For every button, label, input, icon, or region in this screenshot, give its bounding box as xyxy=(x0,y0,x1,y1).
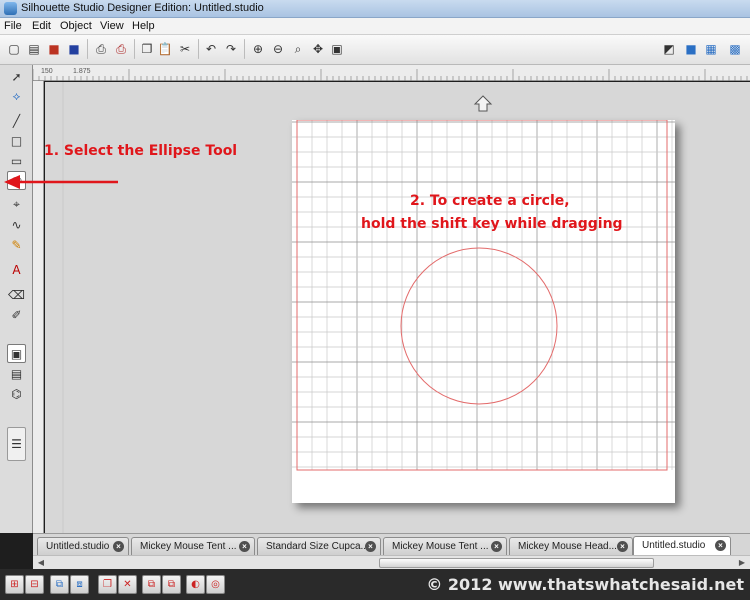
close-icon[interactable]: × xyxy=(715,540,726,551)
scroll-right-icon[interactable]: ▶ xyxy=(736,557,748,569)
rectangle-tool-icon[interactable]: □ xyxy=(7,131,26,150)
close-icon[interactable]: × xyxy=(365,541,376,552)
paste-icon[interactable]: 📋 xyxy=(156,40,174,58)
cutting-grid xyxy=(292,119,675,471)
knife-tool-icon[interactable]: ✐ xyxy=(7,305,26,324)
toolbar: ▢ ▤ ■ ■ ⎙ ⎙ ❐ 📋 ✂ ↶ ↷ ⊕ ⊖ ⌕ ✥ ▣ ◩ ■ ▦ ▩ xyxy=(0,35,750,65)
open-icon[interactable]: ▤ xyxy=(25,40,43,58)
pointer-arrow xyxy=(4,175,118,189)
ruler-readout-y: 1.875 xyxy=(73,68,91,75)
horizontal-scrollbar[interactable]: ◀ ▶ xyxy=(33,555,750,569)
undo-icon[interactable]: ↶ xyxy=(202,40,220,58)
menu-bar: File Edit Object View Help xyxy=(0,18,750,35)
zoom-out-icon[interactable]: ⊖ xyxy=(269,40,287,58)
print-icon[interactable]: ⎙ xyxy=(92,40,110,58)
tab-label: Standard Size Cupca... xyxy=(266,541,369,552)
annotation-step1: 1. Select the Ellipse Tool xyxy=(44,143,238,159)
app-icon xyxy=(4,2,17,15)
page-scroll-arrow-icon[interactable] xyxy=(473,95,493,112)
menu-object[interactable]: Object xyxy=(60,20,92,32)
zoom-in-icon[interactable]: ⊕ xyxy=(249,40,267,58)
select-icon[interactable]: ➚ xyxy=(7,67,26,86)
eraser-tool-icon[interactable]: ⌫ xyxy=(7,285,26,304)
menu-file[interactable]: File xyxy=(4,20,22,32)
bring-forward-icon[interactable]: ⧉ xyxy=(142,575,161,594)
pattern-icon[interactable]: ▩ xyxy=(726,40,744,58)
curve-tool-icon[interactable]: ∿ xyxy=(7,215,26,234)
tab-untitled-studio[interactable]: Untitled.studio × xyxy=(37,537,129,555)
pan-icon[interactable]: ✥ xyxy=(309,40,327,58)
send-backward-icon[interactable]: ⧉ xyxy=(162,575,181,594)
page-layout-icon[interactable]: ☰ xyxy=(7,427,26,461)
drawn-circle[interactable] xyxy=(400,247,558,405)
point-edit-icon[interactable]: ⟡ xyxy=(7,87,26,106)
ruler-readout-x: 150 xyxy=(41,68,53,75)
design-page-settings-icon[interactable]: ◩ xyxy=(660,40,678,58)
scrollbar-thumb[interactable] xyxy=(379,558,654,568)
close-icon[interactable]: × xyxy=(617,541,628,552)
copyright-text: © 2012 www.thatswhatchesaid.net xyxy=(426,575,744,594)
toolbar-divider xyxy=(244,39,245,59)
group-icon[interactable]: ⊞ xyxy=(5,575,24,594)
tab-mickey-mouse-tent-2[interactable]: Mickey Mouse Tent ... × xyxy=(383,537,507,555)
compound-path-icon[interactable]: ⧉ xyxy=(50,575,69,594)
close-icon[interactable]: × xyxy=(113,541,124,552)
annotation-step2-line1: 2. To create a circle, xyxy=(410,193,570,209)
document-tabs: Untitled.studio × Mickey Mouse Tent ... × … xyxy=(33,533,750,555)
tab-label: Untitled.studio xyxy=(642,540,706,551)
new-icon[interactable]: ▢ xyxy=(5,40,23,58)
store-icon[interactable]: ⌬ xyxy=(7,384,26,403)
tab-mickey-mouse-head[interactable]: Mickey Mouse Head... × xyxy=(509,537,633,555)
freehand-tool-icon[interactable]: ✎ xyxy=(7,235,26,254)
tab-untitled-studio-active[interactable]: Untitled.studio × xyxy=(633,536,731,555)
fill-color-icon[interactable]: ■ xyxy=(682,40,700,58)
annotation-step2-line2: hold the shift key while dragging xyxy=(361,216,623,232)
cut-border xyxy=(296,119,668,471)
menu-view[interactable]: View xyxy=(100,20,124,32)
window-title: Silhouette Studio Designer Edition: Unti… xyxy=(21,2,264,14)
tab-label: Mickey Mouse Tent ... xyxy=(392,541,489,552)
offset-icon[interactable]: ◎ xyxy=(206,575,225,594)
tab-mickey-mouse-tent-1[interactable]: Mickey Mouse Tent ... × xyxy=(131,537,255,555)
redo-icon[interactable]: ↷ xyxy=(222,40,240,58)
toolbar-divider xyxy=(87,39,88,59)
print-cut-icon[interactable]: ⎙ xyxy=(112,40,130,58)
zoom-select-icon[interactable]: ⌕ xyxy=(289,40,307,58)
cut-style-icon[interactable]: ▣ xyxy=(7,344,26,363)
scroll-left-icon[interactable]: ◀ xyxy=(35,557,47,569)
close-icon[interactable]: × xyxy=(239,541,250,552)
tab-label: Untitled.studio xyxy=(46,541,110,552)
bottom-toolbar: ⊞ ⊟ ⧉ ⧈ ❐ ✕ ⧉ ⧉ ◐ ◎ © 2012 www.thatswhat… xyxy=(0,569,750,600)
rounded-rectangle-tool-icon[interactable]: ▭ xyxy=(7,151,26,170)
release-compound-icon[interactable]: ⧈ xyxy=(70,575,89,594)
library-icon[interactable]: ▤ xyxy=(7,364,26,383)
fit-page-icon[interactable]: ▣ xyxy=(328,40,346,58)
menu-help[interactable]: Help xyxy=(132,20,155,32)
tab-label: Mickey Mouse Tent ... xyxy=(140,541,237,552)
cut-icon[interactable]: ✂ xyxy=(176,40,194,58)
save-icon[interactable]: ■ xyxy=(45,40,63,58)
grid-icon[interactable]: ▦ xyxy=(702,40,720,58)
tab-label: Mickey Mouse Head... xyxy=(518,541,617,552)
delete-icon[interactable]: ✕ xyxy=(118,575,137,594)
vertical-ruler xyxy=(33,81,44,533)
tab-standard-size-cupcake[interactable]: Standard Size Cupca... × xyxy=(257,537,381,555)
polygon-tool-icon[interactable]: ⌖ xyxy=(7,195,26,214)
toolbar-divider xyxy=(198,39,199,59)
save-as-icon[interactable]: ■ xyxy=(65,40,83,58)
cutting-mat-page[interactable] xyxy=(292,119,675,503)
duplicate-icon[interactable]: ❐ xyxy=(98,575,117,594)
title-bar: Silhouette Studio Designer Edition: Unti… xyxy=(0,0,750,18)
close-icon[interactable]: × xyxy=(491,541,502,552)
weld-icon[interactable]: ◐ xyxy=(186,575,205,594)
text-tool-icon[interactable]: A xyxy=(7,260,26,279)
horizontal-ruler: 150 1.875 xyxy=(32,65,750,81)
ruler-ticks xyxy=(32,69,748,81)
toolbar-divider xyxy=(134,39,135,59)
menu-edit[interactable]: Edit xyxy=(32,20,51,32)
ungroup-icon[interactable]: ⊟ xyxy=(25,575,44,594)
tool-palette: ➚ ⟡ ╱ □ ▭ ⬭ ⌖ ∿ ✎ A ⌫ ✐ ▣ ▤ ⌬ ☰ xyxy=(0,65,33,533)
copy-icon[interactable]: ❐ xyxy=(138,40,156,58)
line-tool-icon[interactable]: ╱ xyxy=(7,111,26,130)
